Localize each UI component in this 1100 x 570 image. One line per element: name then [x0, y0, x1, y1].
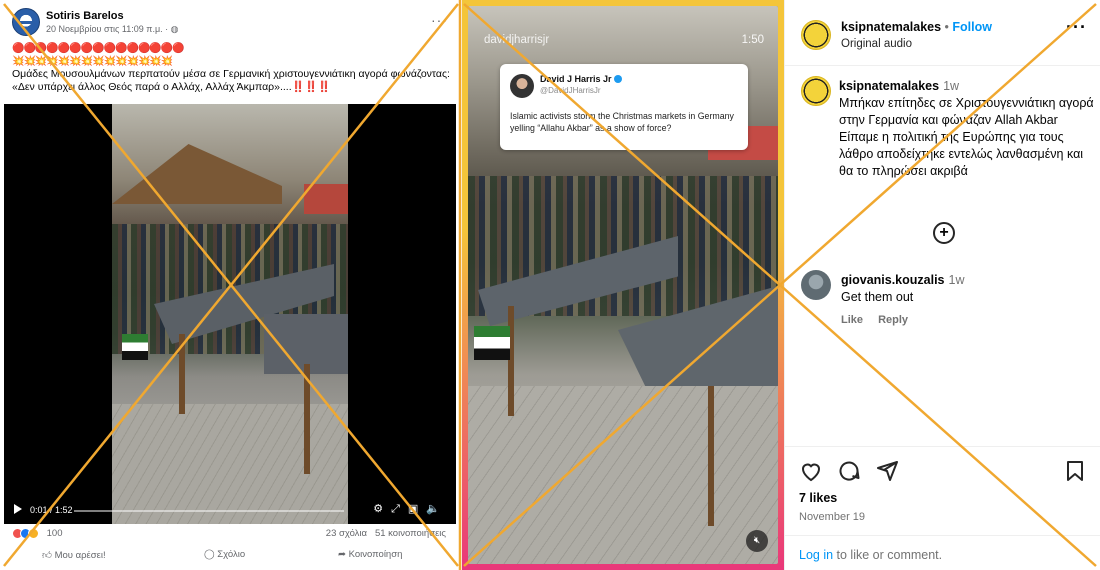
tweet-text: Islamic activists storm the Christmas ma… — [510, 111, 734, 133]
post-header: Sotiris Barelos 20 Νοεμβρίου στις 11:09 … — [12, 8, 452, 40]
caption-avatar[interactable] — [801, 76, 831, 106]
screenshot-collage: Sotiris Barelos 20 Νοεμβρίου στις 11:09 … — [0, 0, 1100, 570]
login-text: to like or comment. — [833, 548, 943, 562]
author-name[interactable]: Sotiris Barelos — [46, 10, 124, 22]
play-icon[interactable] — [14, 504, 22, 514]
settings-icon[interactable]: ⚙ — [373, 503, 391, 515]
comment-username[interactable]: giovanis.kouzalis — [841, 273, 945, 287]
tweet-avatar — [510, 74, 534, 98]
comment-label: Σχόλιο — [217, 549, 246, 560]
comment-actions: Like Reply — [841, 314, 920, 326]
reaction-count: 100 — [46, 528, 63, 539]
video-controls: 0:01 / 1:52 ⚙⤢▣🔈 — [4, 500, 456, 524]
caption-text: Μπήκαν επίτηδες σε Χριστουγεννιάτικη αγο… — [839, 96, 1094, 127]
original-audio-link[interactable]: Original audio — [841, 38, 912, 50]
share-label: Κοινοποίηση — [348, 549, 403, 560]
comment: giovanis.kouzalis 1w Get them out — [841, 272, 1091, 306]
pavement — [468, 386, 778, 564]
more-options-icon[interactable]: ··· — [1066, 18, 1087, 36]
post-timestamp[interactable]: 20 Νοεμβρίου στις 11:09 π.μ. · ◍ — [46, 24, 179, 35]
caption-username[interactable]: ksipnatemalakes — [839, 79, 939, 93]
seek-bar[interactable] — [74, 510, 344, 512]
booth-post — [508, 306, 514, 416]
engagement-counts: 23 σχόλια 51 κοινοποιήσεις — [326, 528, 446, 539]
share-icon[interactable] — [875, 459, 899, 483]
mute-icon[interactable]: 🔇︎ — [746, 530, 768, 552]
ig-username[interactable]: ksipnatemalakes — [841, 20, 941, 34]
tweet-author: David J Harris Jr — [540, 74, 622, 84]
post-text-line: «Δεν υπάρχει άλλος Θεός παρά ο Αλλάχ, Αλ… — [12, 81, 292, 93]
reactions[interactable]: 100 — [12, 528, 63, 539]
video-time: 0:01 / 1:52 — [30, 505, 73, 515]
booth-post — [708, 386, 714, 526]
login-link[interactable]: Log in — [799, 548, 833, 562]
market-booth-roof — [304, 184, 348, 214]
flag — [474, 326, 510, 360]
reel-username: davidjharrisjr — [484, 34, 550, 46]
sad-reaction-icon — [28, 528, 39, 539]
fullscreen-icon[interactable]: ⤢ — [391, 503, 408, 515]
post-actions: 👍︎ Μου αρέσει! ◯ Σχόλιο ➦ Κοινοποίηση — [12, 546, 452, 566]
comment-reply-button[interactable]: Reply — [878, 314, 908, 326]
ig-caption: ksipnatemalakes 1w Μπήκαν επίτηδες σε Χρι… — [839, 78, 1095, 180]
booth-post — [179, 334, 185, 414]
verified-badge-icon — [613, 75, 622, 83]
like-label: Μου αρέσει! — [54, 550, 106, 561]
exclamation-marks: ‼️‼️‼️ — [291, 81, 331, 93]
post-date: November 19 — [799, 511, 866, 523]
comment-icon: ◯ — [204, 549, 218, 560]
video-player[interactable] — [4, 104, 456, 524]
post-text-line: Ομάδες Μουσουλμάνων περπατούν μέσα σε Γε… — [12, 68, 450, 80]
comment-count[interactable]: 23 σχόλια — [326, 528, 367, 539]
caption-time: 1w — [943, 79, 960, 93]
avatar[interactable] — [12, 8, 40, 36]
comment-text: Get them out — [841, 290, 914, 304]
thumbs-up-icon: 👍︎ — [42, 550, 55, 561]
pip-icon[interactable]: ▣ — [408, 503, 426, 515]
more-options-icon[interactable]: ··· — [431, 12, 448, 28]
caption-text: Είπαμε η πολιτική της Ευρώπης για τους λ… — [839, 130, 1084, 178]
ig-action-icons — [799, 459, 1089, 485]
comment-icon[interactable] — [837, 459, 861, 483]
follow-button[interactable]: Follow — [952, 20, 992, 34]
ig-user-line: ksipnatemalakes • Follow — [841, 20, 992, 34]
comment-time: 1w — [948, 273, 965, 287]
ig-header: ksipnatemalakes • Follow Original audio … — [785, 0, 1100, 66]
globe-icon: ◍ — [170, 24, 179, 34]
comment-button[interactable]: ◯ Σχόλιο — [204, 549, 245, 560]
like-button[interactable]: 👍︎ Μου αρέσει! — [42, 549, 106, 561]
booth-post — [304, 364, 310, 474]
player-icons: ⚙⤢▣🔈 — [373, 502, 448, 516]
load-more-comments-icon[interactable]: + — [933, 222, 955, 244]
tweet-handle: @DavidJHarrisJr — [540, 86, 601, 95]
tweet-author-name: David J Harris Jr — [540, 74, 612, 84]
flag — [122, 334, 148, 360]
post-stats: 100 23 σχόλια 51 κοινοποιήσεις — [12, 528, 452, 542]
ig-footer: 7 likes November 19 Log in to like or co… — [785, 446, 1100, 570]
reel-video[interactable]: davidjharrisjr 1:50 David J Harris Jr @D… — [468, 6, 778, 564]
reel-duration: 1:50 — [741, 34, 764, 46]
share-button[interactable]: ➦ Κοινοποίηση — [338, 549, 402, 560]
login-prompt: Log in to like or comment. — [785, 535, 1100, 570]
instagram-sidebar: ksipnatemalakes • Follow Original audio … — [784, 0, 1100, 570]
facebook-post: Sotiris Barelos 20 Νοεμβρίου στις 11:09 … — [0, 0, 458, 570]
bookmark-icon[interactable] — [1063, 459, 1087, 483]
post-text: 🔴🔴🔴🔴🔴🔴🔴🔴🔴🔴🔴🔴🔴🔴🔴 💥💥💥💥💥💥💥💥💥💥💥💥💥💥 Ομάδες Μο… — [12, 42, 452, 94]
likes-count[interactable]: 7 likes — [799, 491, 837, 505]
comment-avatar[interactable] — [801, 270, 831, 300]
share-count[interactable]: 51 κοινοποιήσεις — [375, 528, 446, 539]
share-icon: ➦ — [338, 549, 349, 560]
emoji-row: 💥💥💥💥💥💥💥💥💥💥💥💥💥💥 — [12, 56, 173, 67]
avatar[interactable] — [801, 20, 831, 50]
heart-icon[interactable] — [799, 459, 823, 483]
timestamp-text: 20 Νοεμβρίου στις 11:09 π.μ. · — [46, 24, 171, 34]
comment-like-button[interactable]: Like — [841, 314, 863, 326]
embedded-tweet: David J Harris Jr @DavidJHarrisJr Islami… — [500, 64, 748, 150]
mute-icon[interactable]: 🔈 — [426, 503, 448, 515]
emoji-row: 🔴🔴🔴🔴🔴🔴🔴🔴🔴🔴🔴🔴🔴🔴🔴 — [12, 43, 185, 54]
